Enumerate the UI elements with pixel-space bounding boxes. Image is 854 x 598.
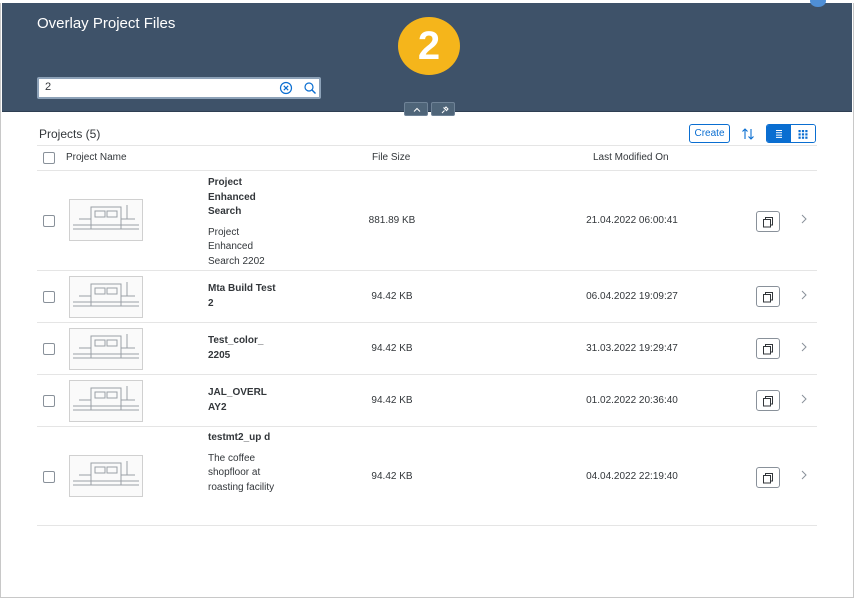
copy-icon [763,291,773,302]
project-name-cell: Test_color_ 2205 [208,334,276,363]
page-header: Overlay Project Files 2 2 [2,0,852,112]
clear-circle-icon[interactable] [279,81,293,95]
projects-table: Project Name File Size Last Modified On … [37,145,817,526]
row-checkbox[interactable] [43,471,55,483]
row-checkbox[interactable] [43,395,55,407]
step-number-badge: 2 [398,17,460,75]
grid-view-button[interactable] [791,125,815,142]
row-checkbox[interactable] [43,215,55,227]
select-all-checkbox[interactable] [43,152,55,164]
list-view-icon [776,129,782,138]
project-thumbnail [69,276,143,318]
project-title: testmt2_up d [208,432,271,443]
grid-view-icon [798,129,808,139]
last-modified: 31.03.2022 19:29:47 [586,343,678,354]
project-description: The coffee shopfloor at roasting facilit… [208,452,275,493]
last-modified: 04.04.2022 22:19:40 [586,471,678,482]
last-modified: 06.04.2022 19:09:27 [586,291,678,302]
chevron-up-icon [413,107,421,112]
project-name-cell: Project Enhanced Search Project Enhanced… [208,176,276,269]
project-description: Project Enhanced Search 2202 [208,226,265,267]
copy-icon [763,395,773,406]
project-name-cell: JAL_OVERL AY2 [208,386,276,415]
view-toggle [766,124,816,143]
column-header-name: Project Name [66,152,127,163]
search-field[interactable]: 2 [37,77,321,99]
file-size: 881.89 KB [368,215,416,226]
last-modified: 01.02.2022 20:36:40 [586,395,678,406]
chevron-right-icon[interactable] [799,214,809,224]
projects-count-title: Projects (5) [39,127,101,141]
column-header-modified: Last Modified On [593,152,669,163]
copy-icon [763,472,773,483]
chevron-right-icon[interactable] [799,342,809,352]
project-title: Project Enhanced Search [208,177,256,217]
project-title: Mta Build Test 2 [208,283,276,309]
table-row[interactable]: Test_color_ 2205 94.42 KB 31.03.2022 19:… [37,323,817,375]
project-thumbnail [69,199,143,241]
column-header-size: File Size [372,152,411,163]
project-thumbnail [69,455,143,497]
create-button[interactable]: Create [689,124,730,143]
chevron-right-icon[interactable] [799,394,809,404]
sort-icon[interactable] [740,126,756,142]
pin-icon [441,106,449,114]
file-size: 94.42 KB [371,395,413,406]
search-input[interactable]: 2 [45,81,51,93]
project-name-cell: testmt2_up d The coffee shopfloor at roa… [208,431,276,495]
project-thumbnail [69,380,143,422]
collapse-header-button[interactable] [404,102,428,116]
project-title: Test_color_ 2205 [208,335,264,361]
table-row[interactable]: Mta Build Test 2 94.42 KB 06.04.2022 19:… [37,271,817,323]
copy-button[interactable] [756,211,780,232]
copy-icon [763,216,773,227]
chevron-right-icon[interactable] [799,290,809,300]
copy-button[interactable] [756,390,780,411]
table-row[interactable]: testmt2_up d The coffee shopfloor at roa… [37,427,817,526]
corner-indicator [810,0,826,7]
file-size: 94.42 KB [371,291,413,302]
copy-button[interactable] [756,338,780,359]
pin-header-button[interactable] [431,102,455,116]
table-row[interactable]: Project Enhanced Search Project Enhanced… [37,171,817,271]
row-checkbox[interactable] [43,291,55,303]
table-header: Project Name File Size Last Modified On [37,145,817,171]
copy-icon [763,343,773,354]
project-name-cell: Mta Build Test 2 [208,282,276,311]
table-row[interactable]: JAL_OVERL AY2 94.42 KB 01.02.2022 20:36:… [37,375,817,427]
project-title: JAL_OVERL AY2 [208,387,267,413]
row-checkbox[interactable] [43,343,55,355]
project-thumbnail [69,328,143,370]
copy-button[interactable] [756,286,780,307]
chevron-right-icon[interactable] [799,470,809,480]
list-view-button[interactable] [767,125,791,142]
last-modified: 21.04.2022 06:00:41 [586,215,678,226]
search-icon[interactable] [303,81,317,95]
copy-button[interactable] [756,467,780,488]
file-size: 94.42 KB [371,471,413,482]
file-size: 94.42 KB [371,343,413,354]
page-title: Overlay Project Files [37,15,176,32]
